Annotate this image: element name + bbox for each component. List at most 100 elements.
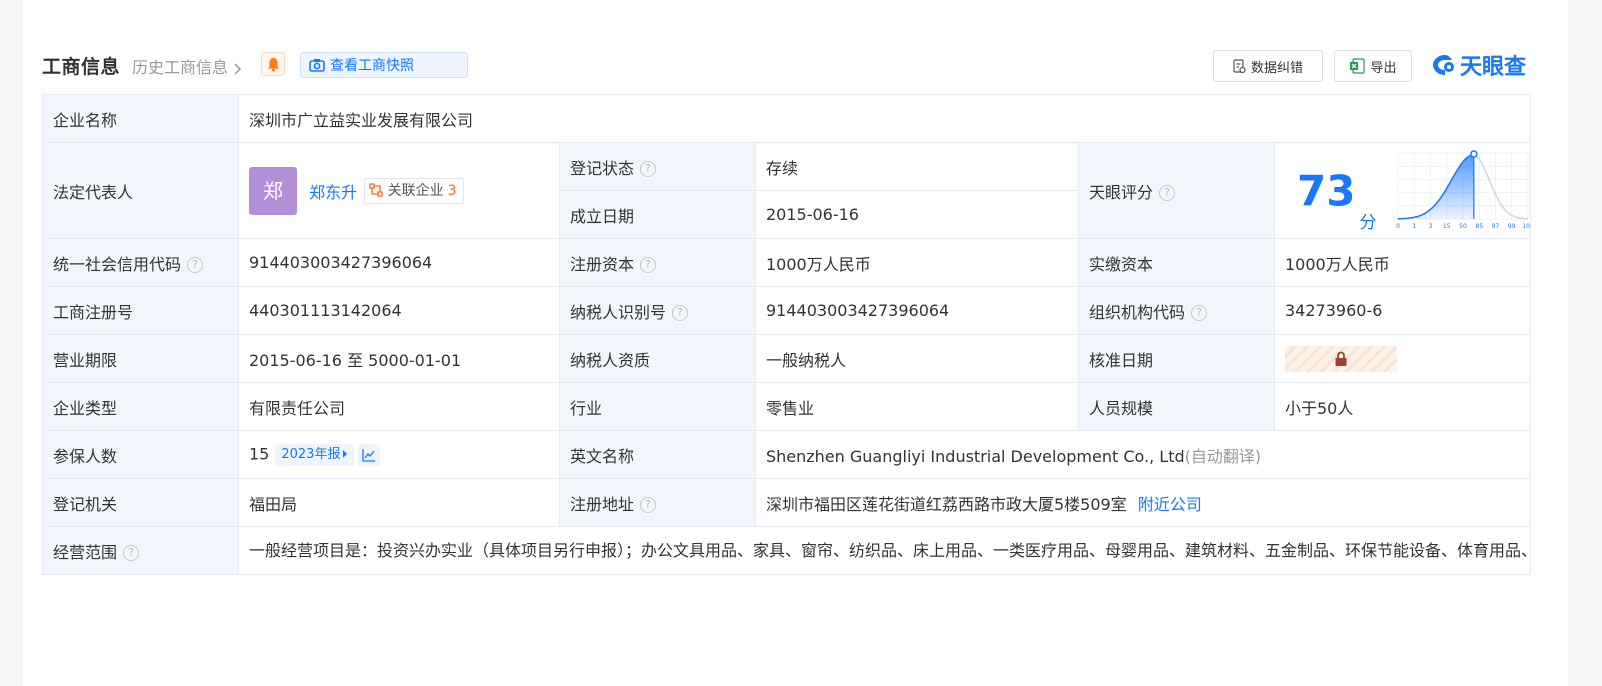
type: 有限责任公司 (238, 382, 560, 431)
approve-date-label: 核准日期 (1078, 334, 1275, 383)
table-row: 企业名称 深圳市广立益实业发展有限公司 (42, 94, 1532, 143)
legal-rep-label: 法定代表人 (42, 142, 239, 239)
approve-date-cell (1273, 334, 1532, 383)
paid-capital-label: 实缴资本 (1078, 238, 1275, 287)
caret-right-icon (343, 449, 348, 458)
reg-status-label-cell: 登记状态? (559, 142, 756, 191)
nearby-companies-link[interactable]: 附近公司 (1138, 495, 1202, 514)
snapshot-button[interactable]: 查看工商快照 (300, 52, 468, 78)
help-icon[interactable]: ? (640, 161, 657, 177)
help-icon[interactable]: ? (640, 497, 657, 513)
score-cell[interactable]: 73分 0 1 3 15 50 85 97 99 100 (1273, 142, 1532, 239)
score-distribution-chart: 0 1 3 15 50 85 97 99 100 (1396, 149, 1530, 230)
bell-icon (267, 57, 279, 71)
address-cell: 深圳市福田区莲花街道红荔西路市政大厦5楼509室 附近公司 (754, 478, 1532, 527)
authority: 福田局 (238, 478, 560, 527)
scope-label-cell: 经营范围? (42, 526, 239, 575)
help-icon[interactable]: ? (187, 257, 204, 273)
monitor-bell-button[interactable] (261, 52, 285, 76)
business-info-table: 企业名称 深圳市广立益实业发展有限公司 法定代表人 郑 郑东升 关联企业 3 登记… (42, 94, 1532, 575)
reg-capital: 1000万人民币 (755, 238, 1079, 287)
eye-logo-icon (1433, 55, 1454, 75)
table-row: 工商注册号 440301113142064 纳税人识别号? 9144030034… (42, 286, 1532, 335)
data-correct-button[interactable]: 数据纠错 (1213, 50, 1323, 82)
logo-text: 天眼查 (1460, 55, 1527, 80)
biz-reg-no[interactable]: 440301113142064 (238, 286, 560, 335)
industry: 零售业 (755, 382, 1079, 431)
table-row: 法定代表人 郑 郑东升 关联企业 3 登记状态? 存续 天眼评分? 73分 0 … (42, 142, 1532, 239)
chart-tick-label: 50 (1459, 223, 1467, 230)
org-code-label-cell: 组织机构代码? (1078, 286, 1275, 335)
chart-tick-label: 85 (1475, 223, 1483, 230)
found-date: 2015-06-16 (755, 190, 1079, 239)
help-icon[interactable]: ? (123, 545, 140, 561)
related-companies-count: 3 (447, 182, 457, 199)
insured-count: 15 (249, 444, 270, 463)
found-date-label: 成立日期 (559, 190, 756, 239)
table-row: 登记机关 福田局 注册地址? 深圳市福田区莲花街道红荔西路市政大厦5楼509室 … (42, 478, 1532, 527)
score-marker-dot (1469, 149, 1478, 158)
help-icon[interactable]: ? (1159, 185, 1176, 201)
table-row: 经营范围? 一般经营项目是：投资兴办实业（具体项目另行申报）；办公文具用品、家具… (42, 526, 1532, 575)
chart-tick-label: 97 (1491, 223, 1499, 230)
edit-document-icon (1233, 58, 1246, 73)
score-value: 73 (1297, 166, 1356, 215)
address-label: 注册地址 (570, 494, 635, 514)
annual-report-badge[interactable]: 2023年报 (275, 443, 355, 466)
reg-status-label: 登记状态 (570, 158, 635, 178)
history-link[interactable]: 历史工商信息 (132, 54, 243, 78)
excel-icon (1350, 58, 1366, 74)
company-name[interactable]: 深圳市广立益实业发展有限公司 (237, 94, 1532, 143)
score-label-cell: 天眼评分? (1078, 142, 1275, 239)
credit-code-label: 统一社会信用代码 (53, 254, 182, 274)
address: 深圳市福田区莲花街道红荔西路市政大厦5楼509室 (766, 494, 1127, 514)
tianyancha-logo: 天眼查 (1432, 50, 1526, 80)
chart-tick-label: 0 (1396, 223, 1400, 230)
table-row: 统一社会信用代码? 914403003427396064 注册资本? 1000万… (42, 238, 1532, 287)
export-button[interactable]: 导出 (1334, 50, 1412, 82)
business-scope: 一般经营项目是：投资兴办实业（具体项目另行申报）；办公文具用品、家具、窗帘、纺织… (237, 526, 1532, 575)
annual-report-label: 2023年报 (281, 446, 341, 462)
help-icon[interactable]: ? (672, 305, 689, 321)
legal-rep-avatar[interactable]: 郑 (249, 166, 297, 215)
snapshot-label: 查看工商快照 (330, 58, 414, 74)
table-row: 企业类型 有限责任公司 行业 零售业 人员规模 小于50人 (42, 382, 1532, 431)
en-name-cell: Shenzhen Guangliyi Industrial Developmen… (754, 430, 1532, 479)
relation-graph-icon (369, 182, 383, 197)
section-title: 工商信息 (42, 56, 121, 78)
locked-value[interactable] (1285, 345, 1397, 372)
chart-tick-label: 100 (1522, 223, 1530, 230)
reg-status: 存续 (755, 142, 1079, 191)
credit-code-label-cell: 统一社会信用代码? (42, 238, 239, 287)
trend-chart-button[interactable] (358, 443, 381, 466)
score-curve-tail (1471, 153, 1528, 220)
taxpayer-qual-label: 纳税人资质 (559, 334, 756, 383)
legal-rep-cell: 郑 郑东升 关联企业 3 (238, 142, 560, 239)
table-row: 参保人数 15 2023年报 英文名称 Shenzhen Guangliyi In… (42, 430, 1532, 479)
reg-capital-label: 注册资本 (570, 254, 635, 274)
score-curve-fill (1397, 154, 1474, 219)
chart-tick-label: 1 (1412, 223, 1416, 230)
org-code-label: 组织机构代码 (1089, 302, 1186, 322)
reg-capital-label-cell: 注册资本? (559, 238, 756, 287)
camera-icon (309, 59, 325, 72)
data-correct-label: 数据纠错 (1250, 60, 1303, 76)
help-icon[interactable]: ? (640, 257, 657, 273)
legal-rep-name[interactable]: 郑东升 (309, 183, 357, 202)
score-unit: 分 (1359, 212, 1377, 233)
credit-code[interactable]: 914403003427396064 (238, 238, 560, 287)
chart-tick-label: 15 (1442, 223, 1450, 230)
staff-label: 人员规模 (1078, 382, 1275, 431)
taxpayer-id-label: 纳税人识别号 (570, 302, 667, 322)
score-label: 天眼评分 (1089, 182, 1154, 202)
chart-tick-label: 3 (1428, 223, 1432, 230)
insured-cell: 15 2023年报 (238, 430, 560, 479)
staff: 小于50人 (1273, 382, 1532, 431)
taxpayer-id[interactable]: 914403003427396064 (755, 286, 1079, 335)
related-companies-label: 关联企业 (387, 182, 444, 199)
address-label-cell: 注册地址? (559, 478, 756, 527)
related-companies-badge[interactable]: 关联企业 3 (364, 177, 464, 204)
help-icon[interactable]: ? (1191, 305, 1208, 321)
history-link-label: 历史工商信息 (132, 58, 229, 77)
org-code[interactable]: 34273960-6 (1273, 286, 1532, 335)
